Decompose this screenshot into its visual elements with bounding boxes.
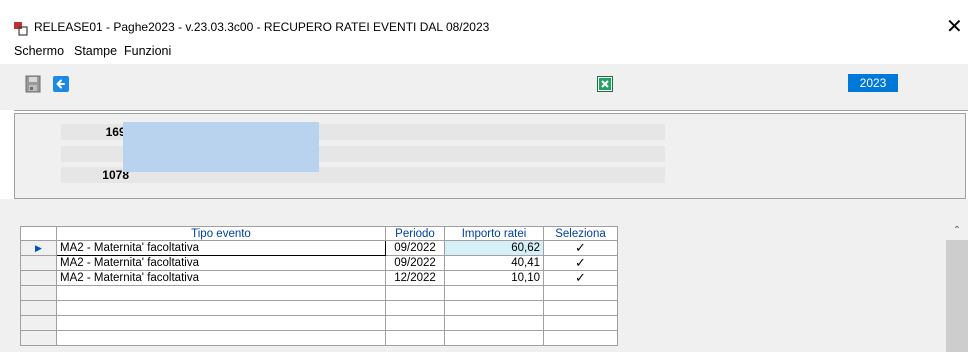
cell-empty[interactable]: [543, 330, 618, 346]
check-icon[interactable]: ✓: [575, 272, 586, 285]
cell-tipo-evento[interactable]: MA2 - Maternita' facoltativa: [56, 240, 386, 256]
cell-tipo-evento[interactable]: MA2 - Maternita' facoltativa: [56, 270, 386, 286]
cell-empty[interactable]: [543, 315, 618, 331]
cell-empty[interactable]: [444, 285, 544, 301]
menu-funzioni[interactable]: Funzioni: [124, 44, 171, 58]
cell-empty[interactable]: [444, 330, 544, 346]
table-row-empty[interactable]: [20, 315, 618, 331]
row-indicator: [20, 330, 57, 346]
column-header-importo-ratei[interactable]: Importo ratei: [444, 226, 544, 241]
cell-empty[interactable]: [444, 300, 544, 316]
row-indicator: [20, 300, 57, 316]
cell-seleziona[interactable]: ✓: [543, 255, 618, 271]
cell-tipo-evento[interactable]: MA2 - Maternita' facoltativa: [56, 255, 386, 271]
close-button[interactable]: ✕: [946, 16, 963, 36]
cell-empty[interactable]: [444, 315, 544, 331]
check-icon[interactable]: ✓: [575, 257, 586, 270]
cell-periodo[interactable]: 09/2022: [385, 255, 445, 271]
row-indicator: [20, 315, 57, 331]
cell-empty[interactable]: [543, 300, 618, 316]
window-title: RELEASE01 - Paghe2023 - v.23.03.3c00 - R…: [34, 20, 490, 34]
toolbar: [0, 64, 968, 110]
cell-empty[interactable]: [385, 300, 445, 316]
redacted-name-area: [123, 122, 319, 172]
cell-importo-ratei[interactable]: 60,62: [444, 240, 544, 256]
row-indicator-header: [20, 226, 57, 241]
row-indicator: [20, 285, 57, 301]
cell-empty[interactable]: [56, 315, 386, 331]
cell-seleziona[interactable]: ✓: [543, 240, 618, 256]
excel-icon[interactable]: [597, 76, 613, 92]
cell-empty[interactable]: [385, 285, 445, 301]
cell-seleziona[interactable]: ✓: [543, 270, 618, 286]
cell-importo-ratei[interactable]: 10,10: [444, 270, 544, 286]
cell-periodo[interactable]: 09/2022: [385, 240, 445, 256]
column-header-seleziona[interactable]: Seleziona: [543, 226, 618, 241]
table-row[interactable]: ▶ MA2 - Maternita' facoltativa 09/2022 6…: [20, 240, 618, 256]
scroll-up-icon[interactable]: ⌃: [946, 222, 968, 240]
cell-empty[interactable]: [56, 330, 386, 346]
menu-stampe[interactable]: Stampe: [74, 44, 117, 58]
cell-empty[interactable]: [543, 285, 618, 301]
scrollbar-thumb[interactable]: [946, 240, 968, 352]
check-icon[interactable]: ✓: [575, 242, 586, 255]
save-icon[interactable]: [25, 75, 41, 93]
events-grid: Tipo evento Periodo Importo ratei Selezi…: [20, 226, 618, 346]
cell-empty[interactable]: [385, 330, 445, 346]
cell-empty[interactable]: [56, 300, 386, 316]
column-header-tipo-evento[interactable]: Tipo evento: [56, 226, 386, 241]
cell-empty[interactable]: [385, 315, 445, 331]
table-row[interactable]: MA2 - Maternita' facoltativa 12/2022 10,…: [20, 270, 618, 286]
table-row-empty[interactable]: [20, 285, 618, 301]
toolbar-divider: [14, 110, 968, 111]
table-row-empty[interactable]: [20, 300, 618, 316]
grid-header-row: Tipo evento Periodo Importo ratei Selezi…: [20, 226, 618, 241]
cell-importo-ratei[interactable]: 40,41: [444, 255, 544, 271]
current-row-indicator: ▶: [20, 240, 57, 256]
menu-schermo[interactable]: Schermo: [14, 44, 64, 58]
column-header-periodo[interactable]: Periodo: [385, 226, 445, 241]
app-icon: [14, 22, 28, 36]
cell-empty[interactable]: [56, 285, 386, 301]
back-arrow-icon[interactable]: [53, 76, 69, 92]
table-row[interactable]: MA2 - Maternita' facoltativa 09/2022 40,…: [20, 255, 618, 271]
table-row-empty[interactable]: [20, 330, 618, 346]
row-indicator: [20, 270, 57, 286]
row-indicator: [20, 255, 57, 271]
cell-periodo[interactable]: 12/2022: [385, 270, 445, 286]
year-indicator: 2023: [848, 74, 898, 92]
